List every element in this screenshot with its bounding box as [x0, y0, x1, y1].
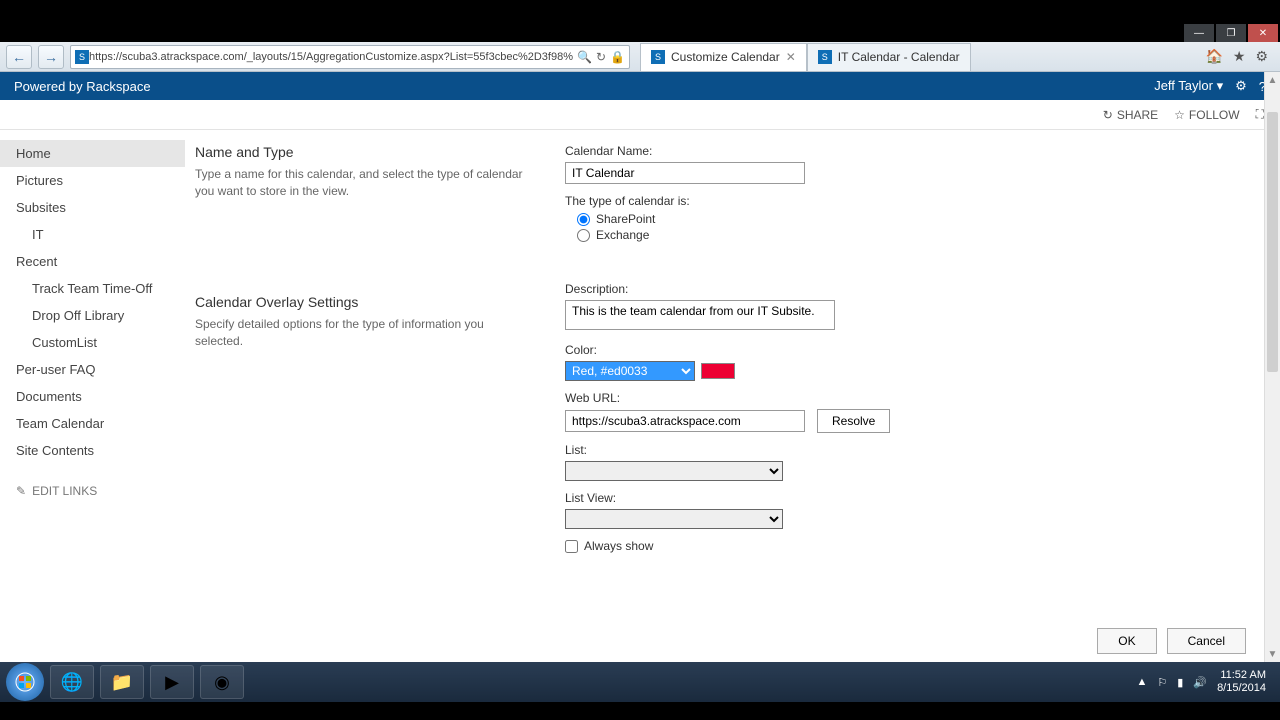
- ok-button[interactable]: OK: [1097, 628, 1156, 654]
- maximize-button[interactable]: ❐: [1216, 24, 1246, 42]
- radio-sharepoint-label: SharePoint: [596, 212, 655, 226]
- calendar-name-input[interactable]: [565, 162, 805, 184]
- url-input[interactable]: [89, 46, 573, 68]
- tab-label: IT Calendar - Calendar: [838, 50, 960, 64]
- pencil-icon: ✎: [16, 484, 26, 498]
- nav-recent-customlist[interactable]: CustomList: [0, 329, 185, 356]
- windows-taskbar: 🌐 📁 ▶ ◉ ▲ ⚐ ▮ 🔊 11:52 AM 8/15/2014: [0, 662, 1280, 702]
- taskbar-ie[interactable]: 🌐: [50, 665, 94, 699]
- tray-volume-icon[interactable]: 🔊: [1193, 676, 1207, 689]
- description-label: Description:: [565, 282, 1085, 296]
- site-favicon: S: [75, 50, 89, 64]
- browser-toolbar: ← → S 🔍 ↻ 🔒 S Customize Calendar ✕ S IT …: [0, 42, 1280, 72]
- list-label: List:: [565, 443, 1085, 457]
- calendar-type-label: The type of calendar is:: [565, 194, 1085, 208]
- favorites-icon[interactable]: ★: [1233, 48, 1246, 65]
- radio-exchange[interactable]: [577, 229, 590, 242]
- share-icon: ↻: [1103, 108, 1113, 122]
- always-show-label: Always show: [584, 539, 653, 553]
- tray-flag-icon[interactable]: ⚐: [1157, 676, 1167, 689]
- listview-label: List View:: [565, 491, 1085, 505]
- description-input[interactable]: This is the team calendar from our IT Su…: [565, 300, 835, 330]
- nav-pictures[interactable]: Pictures: [0, 167, 185, 194]
- scroll-up-icon[interactable]: ▲: [1265, 72, 1280, 88]
- tray-network-icon[interactable]: ▮: [1177, 676, 1183, 689]
- back-button[interactable]: ←: [6, 45, 32, 69]
- suite-bar: Powered by Rackspace Jeff Taylor ▾ ⚙ ?: [0, 72, 1280, 100]
- nav-recent-track[interactable]: Track Team Time-Off: [0, 275, 185, 302]
- section-name-type-desc: Type a name for this calendar, and selec…: [195, 166, 535, 200]
- color-label: Color:: [565, 343, 1085, 357]
- nav-documents[interactable]: Documents: [0, 383, 185, 410]
- weburl-input[interactable]: [565, 410, 805, 432]
- taskbar-media[interactable]: ▶: [150, 665, 194, 699]
- tray-up-icon[interactable]: ▲: [1137, 676, 1148, 688]
- lock-icon: 🔒: [610, 50, 625, 64]
- share-button[interactable]: ↻SHARE: [1103, 108, 1158, 122]
- section-overlay-desc: Specify detailed options for the type of…: [195, 316, 535, 350]
- radio-sharepoint[interactable]: [577, 213, 590, 226]
- nav-subsites[interactable]: Subsites: [0, 194, 185, 221]
- nav-home[interactable]: Home: [0, 140, 185, 167]
- home-icon[interactable]: 🏠: [1205, 48, 1222, 65]
- taskbar-explorer[interactable]: 📁: [100, 665, 144, 699]
- main-content: Name and Type Type a name for this calen…: [185, 130, 1280, 662]
- brand-label: Powered by Rackspace: [14, 79, 151, 94]
- nav-faq[interactable]: Per-user FAQ: [0, 356, 185, 383]
- nav-subsite-it[interactable]: IT: [0, 221, 185, 248]
- tab-customize-calendar[interactable]: S Customize Calendar ✕: [640, 43, 807, 71]
- minimize-button[interactable]: —: [1184, 24, 1214, 42]
- start-button[interactable]: [6, 663, 44, 701]
- nav-recent-dropoff[interactable]: Drop Off Library: [0, 302, 185, 329]
- close-button[interactable]: ✕: [1248, 24, 1278, 42]
- form-panel: Calendar Name: The type of calendar is: …: [565, 144, 1085, 553]
- star-icon: ☆: [1174, 108, 1185, 122]
- taskbar-chrome[interactable]: ◉: [200, 665, 244, 699]
- nav-team-calendar[interactable]: Team Calendar: [0, 410, 185, 437]
- calendar-name-label: Calendar Name:: [565, 144, 1085, 158]
- tray-clock[interactable]: 11:52 AM 8/15/2014: [1217, 669, 1266, 695]
- address-bar[interactable]: S 🔍 ↻ 🔒: [70, 45, 630, 69]
- edit-links[interactable]: ✎EDIT LINKS: [0, 474, 185, 508]
- follow-button[interactable]: ☆FOLLOW: [1174, 108, 1239, 122]
- color-select[interactable]: Red, #ed0033: [565, 361, 695, 381]
- vertical-scrollbar[interactable]: ▲ ▼: [1264, 72, 1280, 662]
- tools-icon[interactable]: ⚙: [1255, 48, 1268, 65]
- tab-it-calendar[interactable]: S IT Calendar - Calendar: [807, 43, 971, 71]
- weburl-label: Web URL:: [565, 391, 1085, 405]
- nav-recent-header: Recent: [0, 248, 185, 275]
- nav-site-contents[interactable]: Site Contents: [0, 437, 185, 464]
- color-swatch: [701, 363, 735, 379]
- always-show-checkbox[interactable]: [565, 540, 578, 553]
- scroll-thumb[interactable]: [1267, 112, 1278, 372]
- resolve-button[interactable]: Resolve: [817, 409, 890, 433]
- tab-favicon: S: [651, 50, 665, 64]
- search-icon[interactable]: 🔍: [577, 50, 592, 64]
- tab-favicon: S: [818, 50, 832, 64]
- refresh-icon[interactable]: ↻: [596, 50, 606, 64]
- tab-label: Customize Calendar: [671, 50, 780, 64]
- scroll-down-icon[interactable]: ▼: [1265, 646, 1280, 662]
- forward-button[interactable]: →: [38, 45, 64, 69]
- listview-select[interactable]: [565, 509, 783, 529]
- settings-icon[interactable]: ⚙: [1235, 78, 1247, 94]
- user-menu[interactable]: Jeff Taylor ▾: [1154, 78, 1223, 94]
- radio-exchange-label: Exchange: [596, 228, 649, 242]
- cancel-button[interactable]: Cancel: [1167, 628, 1246, 654]
- list-select[interactable]: [565, 461, 783, 481]
- focus-button[interactable]: ⛶: [1256, 107, 1264, 122]
- left-nav: Home Pictures Subsites IT Recent Track T…: [0, 130, 185, 662]
- page-toolbar: ↻SHARE ☆FOLLOW ⛶: [0, 100, 1280, 130]
- close-icon[interactable]: ✕: [786, 50, 796, 64]
